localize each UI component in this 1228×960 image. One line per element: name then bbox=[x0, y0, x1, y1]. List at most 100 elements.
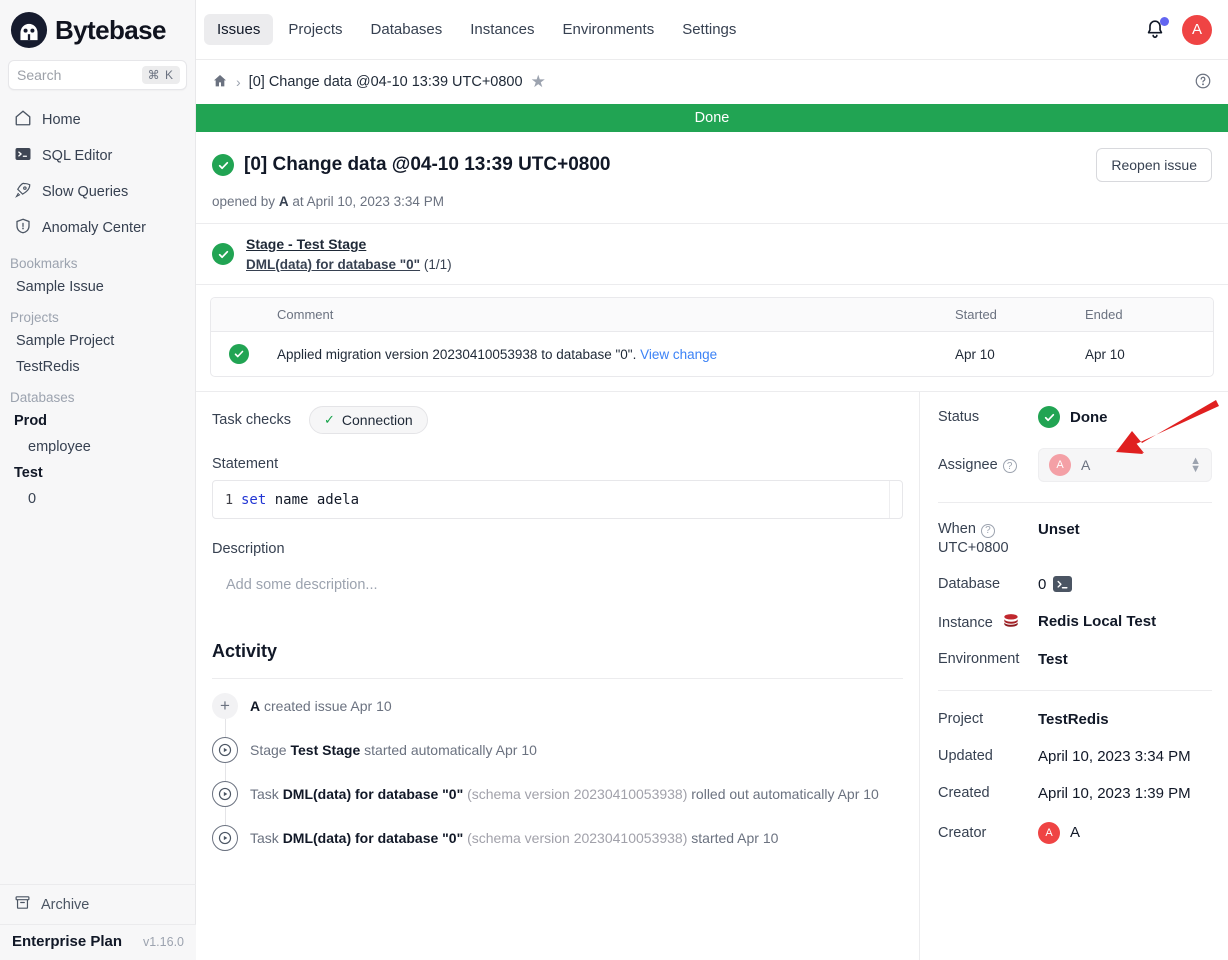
avatar[interactable]: A bbox=[1182, 14, 1212, 45]
activity-schema-version: (schema version 20230410053938) bbox=[463, 830, 688, 846]
list-item: Stage Test Stage started automatically A… bbox=[212, 737, 903, 785]
sidebar-item-label: Home bbox=[42, 112, 81, 128]
activity-target: DML(data) for database "0" bbox=[282, 830, 464, 846]
assignee-label: Assignee? bbox=[938, 457, 1038, 474]
help-circle-icon[interactable] bbox=[1194, 72, 1212, 93]
sidebar-item-home[interactable]: Home bbox=[0, 102, 195, 138]
sidebar-item-sql-editor[interactable]: SQL Editor bbox=[0, 138, 195, 174]
search-shortcut: ⌘ K bbox=[141, 66, 180, 84]
created-value: April 10, 2023 1:39 PM bbox=[1038, 784, 1191, 802]
section-title: Databases bbox=[10, 390, 75, 405]
plus-icon: + bbox=[212, 693, 238, 719]
list-item: Task DML(data) for database "0" (schema … bbox=[212, 781, 903, 829]
activity-text: Task DML(data) for database "0" (schema … bbox=[250, 825, 778, 851]
sidebar-item-sample-issue[interactable]: Sample Issue bbox=[0, 274, 195, 300]
status-badge bbox=[1038, 406, 1060, 428]
database-field: Database 0 bbox=[938, 576, 1212, 593]
environment-value[interactable]: Test bbox=[1038, 651, 1068, 668]
connection-check-badge[interactable]: ✓ Connection bbox=[308, 406, 428, 434]
list-item: + A created issue Apr 10 bbox=[212, 693, 903, 741]
bell-icon[interactable] bbox=[1144, 16, 1169, 42]
updated-label: Updated bbox=[938, 748, 993, 764]
activity-text: Task DML(data) for database "0" (schema … bbox=[250, 781, 879, 807]
row-comment-text: Applied migration version 20230410053938… bbox=[277, 346, 637, 362]
stage-task-link[interactable]: DML(data) for database "0" bbox=[246, 257, 420, 272]
tab-instances[interactable]: Instances bbox=[457, 14, 547, 45]
row-status-cell bbox=[211, 332, 267, 376]
issue-body: Task checks ✓ Connection Statement 1 set… bbox=[196, 391, 1228, 960]
issue-sidebar: Status Done Assignee? A A ▲ ▼ When ? UTC… bbox=[920, 392, 1228, 960]
sidebar-item-employee[interactable]: employee bbox=[0, 434, 195, 460]
list-item: Task DML(data) for database "0" (schema … bbox=[212, 825, 903, 869]
star-icon[interactable]: ★ bbox=[531, 72, 546, 92]
project-label: Project bbox=[938, 711, 984, 727]
activity-target: Test Stage bbox=[290, 742, 361, 758]
redis-icon bbox=[999, 613, 1019, 630]
check-icon: ✓ bbox=[323, 412, 335, 427]
activity-target: DML(data) for database "0" bbox=[282, 786, 464, 802]
plan-footer[interactable]: Enterprise Plan v1.16.0 bbox=[0, 924, 196, 960]
statement-code: set name adela bbox=[213, 492, 359, 508]
sidebar-group-prod[interactable]: Prod bbox=[0, 408, 195, 434]
sidebar-item-label: Archive bbox=[41, 896, 90, 913]
assignee-select[interactable]: A A ▲ ▼ bbox=[1038, 448, 1212, 482]
status-label: Status bbox=[938, 409, 980, 425]
sidebar-item-label: Anomaly Center bbox=[42, 220, 146, 236]
col-started: Started bbox=[945, 298, 1075, 332]
terminal-icon bbox=[14, 145, 32, 167]
row-check-icon bbox=[229, 344, 249, 364]
stage-check-icon bbox=[212, 243, 234, 265]
sidebar-item-slow-queries[interactable]: Slow Queries bbox=[0, 174, 195, 210]
sidebar-section-bookmarks: Bookmarks Sample Issue bbox=[0, 246, 195, 300]
stage-link[interactable]: Stage - Test Stage bbox=[246, 236, 452, 252]
database-value[interactable]: 0 bbox=[1038, 576, 1046, 593]
help-circle-icon[interactable]: ? bbox=[1002, 459, 1017, 474]
project-field: Project TestRedis bbox=[938, 711, 1212, 728]
activity-list: + A created issue Apr 10 Stage Test Stag… bbox=[212, 679, 903, 869]
project-value[interactable]: TestRedis bbox=[1038, 711, 1109, 728]
app-root: Bytebase Search ⌘ K Home SQL Editor Slow… bbox=[0, 0, 1228, 960]
activity-body: rolled out automatically Apr 10 bbox=[687, 786, 879, 802]
tab-issues[interactable]: Issues bbox=[204, 14, 274, 45]
tab-environments[interactable]: Environments bbox=[549, 14, 667, 45]
help-circle-icon[interactable]: ? bbox=[980, 523, 995, 538]
main-area: Issues Projects Databases Instances Envi… bbox=[196, 0, 1228, 960]
environment-field: Environment Test bbox=[938, 651, 1212, 668]
tab-databases[interactable]: Databases bbox=[358, 14, 456, 45]
sidebar-item-anomaly-center[interactable]: Anomaly Center bbox=[0, 210, 195, 246]
col-comment: Comment bbox=[267, 298, 945, 332]
sidebar-item-archive[interactable]: Archive bbox=[0, 884, 196, 924]
instance-value[interactable]: Redis Local Test bbox=[1038, 613, 1156, 630]
sql-keyword: set bbox=[241, 491, 267, 508]
updated-value: April 10, 2023 3:34 PM bbox=[1038, 747, 1191, 765]
reopen-issue-button[interactable]: Reopen issue bbox=[1096, 148, 1212, 182]
row-ended-cell: Apr 10 bbox=[1085, 346, 1125, 362]
assignee-label-text: Assignee bbox=[938, 456, 998, 473]
sidebar-item-testredis[interactable]: TestRedis bbox=[0, 354, 195, 380]
sidebar-group-test[interactable]: Test bbox=[0, 460, 195, 486]
sidebar-section-databases: Databases Prod employee Test 0 bbox=[0, 380, 195, 512]
chevron-updown-icon: ▲ ▼ bbox=[1190, 455, 1201, 475]
statement-label: Statement bbox=[212, 456, 279, 472]
home-icon[interactable] bbox=[212, 73, 228, 92]
breadcrumb-title: [0] Change data @04-10 13:39 UTC+0800 bbox=[248, 74, 523, 90]
tab-projects[interactable]: Projects bbox=[275, 14, 355, 45]
sidebar-item-db-0[interactable]: 0 bbox=[0, 486, 195, 512]
editor-scrollbar[interactable] bbox=[889, 481, 902, 518]
terminal-icon[interactable] bbox=[1053, 576, 1073, 592]
brand-name: Bytebase bbox=[55, 14, 166, 45]
archive-icon bbox=[14, 894, 31, 915]
stage-summary: Stage - Test Stage DML(data) for databas… bbox=[196, 223, 1228, 285]
brand-logo[interactable]: Bytebase bbox=[0, 0, 195, 60]
plan-name: Enterprise Plan bbox=[12, 933, 123, 950]
view-change-link[interactable]: View change bbox=[640, 347, 717, 362]
task-run-table-wrap: Comment Started Ended Applied migration … bbox=[196, 285, 1228, 391]
statement-editor[interactable]: 1 set name adela bbox=[212, 480, 903, 519]
tab-settings[interactable]: Settings bbox=[669, 14, 749, 45]
play-circle-icon bbox=[212, 737, 238, 763]
sidebar-item-sample-project[interactable]: Sample Project bbox=[0, 328, 195, 354]
activity-author: A bbox=[250, 698, 261, 714]
search-input[interactable]: Search ⌘ K bbox=[8, 60, 187, 90]
description-input[interactable]: Add some description... bbox=[212, 565, 903, 593]
assignee-field: Assignee? A A ▲ ▼ bbox=[938, 448, 1212, 482]
